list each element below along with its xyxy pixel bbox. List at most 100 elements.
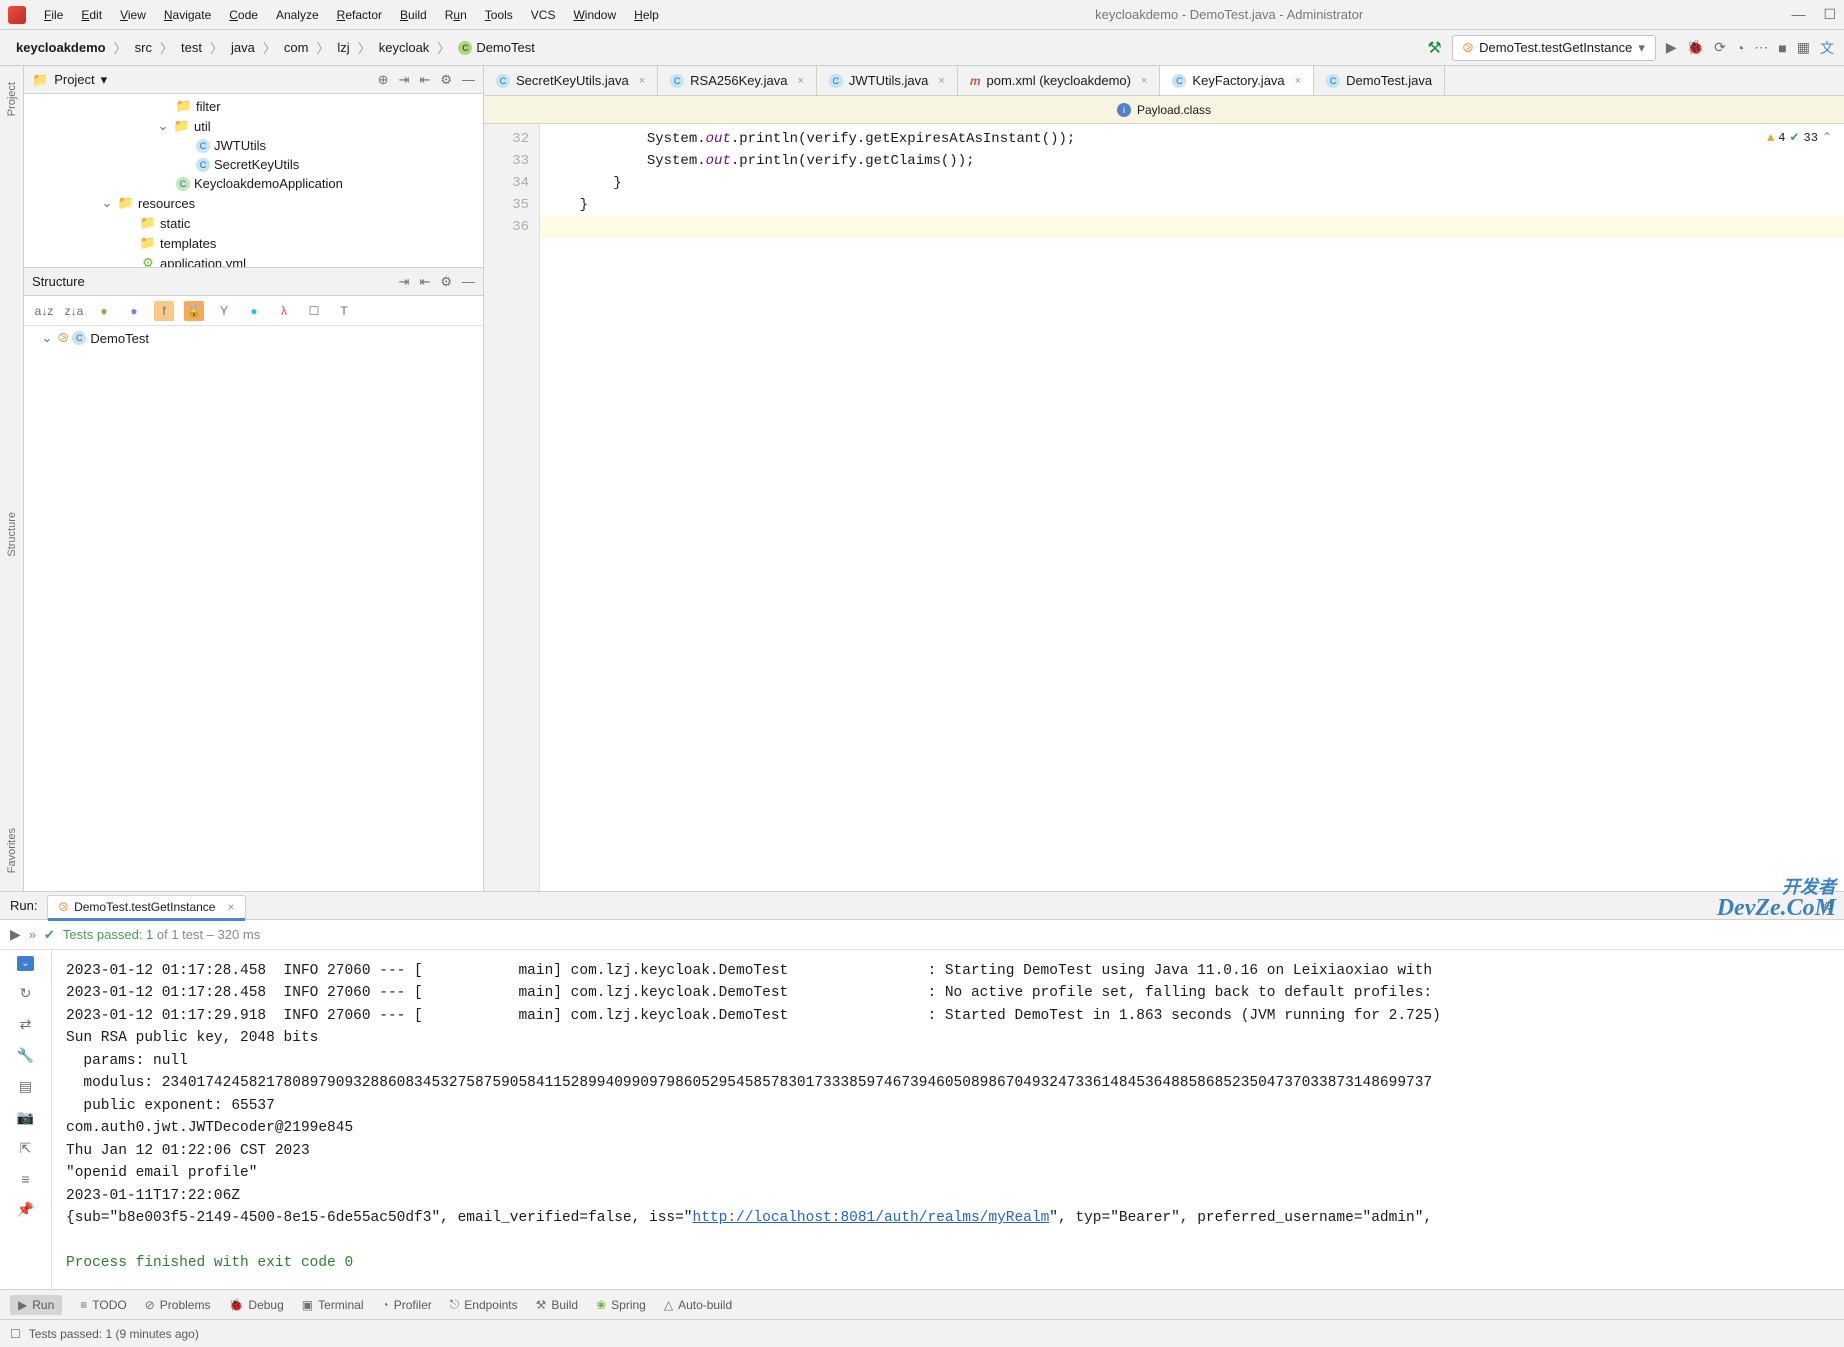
- menu-refactor[interactable]: Refactor: [329, 5, 390, 25]
- menu-analyze[interactable]: Analyze: [268, 5, 327, 25]
- console-output[interactable]: 2023-01-12 01:17:28.458 INFO 27060 --- […: [52, 950, 1844, 1289]
- show-passed-icon[interactable]: »: [29, 927, 36, 942]
- menu-code[interactable]: Code: [221, 5, 266, 25]
- run-config-dropdown[interactable]: ⧁DemoTest.testGetInstance▾: [1452, 35, 1656, 61]
- bottom-tab-debug[interactable]: 🐞Debug: [228, 1298, 283, 1312]
- tree-item-jwtutils[interactable]: CJWTUtils: [24, 136, 483, 155]
- menu-help[interactable]: Help: [626, 5, 667, 25]
- editor-tab[interactable]: CRSA256Key.java×: [658, 66, 817, 95]
- bottom-tab-todo[interactable]: ≡TODO: [80, 1298, 126, 1312]
- tree-item-secretkey[interactable]: CSecretKeyUtils: [24, 155, 483, 174]
- favorites-tool-tab[interactable]: Favorites: [4, 820, 20, 881]
- editor-tab[interactable]: CSecretKeyUtils.java×: [484, 66, 658, 95]
- close-icon[interactable]: ×: [938, 75, 944, 87]
- build-icon[interactable]: ⚒: [1427, 38, 1441, 58]
- tree-item-filter[interactable]: 📁filter: [24, 96, 483, 116]
- filter-o-icon[interactable]: ●: [244, 301, 264, 321]
- breadcrumb-item[interactable]: test: [175, 38, 208, 57]
- menu-file[interactable]: File: [36, 5, 71, 25]
- screenshot-icon[interactable]: 📷: [17, 1109, 34, 1126]
- tree-item-templates[interactable]: 📁templates: [24, 233, 483, 253]
- collapse-icon[interactable]: ⇤: [419, 274, 430, 290]
- menu-vcs[interactable]: VCS: [523, 5, 564, 25]
- tree-item-appyml[interactable]: ⚙application.yml: [24, 253, 483, 267]
- tree-item-util[interactable]: ⌄📁util: [24, 116, 483, 136]
- inspection-indicators[interactable]: ▲4 ✔33 ⌃: [1767, 130, 1832, 145]
- code-line[interactable]: }: [540, 194, 1844, 216]
- settings-icon[interactable]: ⚙: [440, 72, 452, 88]
- export-icon[interactable]: ⇱: [20, 1140, 32, 1157]
- minimize-button[interactable]: —: [1791, 6, 1805, 23]
- filter-l-icon[interactable]: λ: [274, 301, 294, 321]
- breadcrumb-root[interactable]: keycloakdemo: [10, 38, 112, 57]
- search-everywhere-button[interactable]: 文: [1820, 38, 1834, 58]
- console-link[interactable]: http://localhost:8081/auth/realms/myReal…: [693, 1210, 1050, 1226]
- attach-button[interactable]: ⋯: [1754, 39, 1768, 56]
- toggle-icon[interactable]: ⇄: [20, 1016, 32, 1033]
- close-icon[interactable]: ×: [1295, 75, 1301, 87]
- breadcrumb-item[interactable]: java: [225, 38, 261, 57]
- breadcrumb-item[interactable]: src: [129, 38, 158, 57]
- filter-y-icon[interactable]: Y: [214, 301, 234, 321]
- close-icon[interactable]: ×: [639, 75, 645, 87]
- collapse-icon[interactable]: ⇤: [419, 72, 430, 88]
- pin-icon[interactable]: 📌: [17, 1201, 34, 1218]
- editor-tab[interactable]: CJWTUtils.java×: [817, 66, 958, 95]
- profile-button[interactable]: ◔: [1736, 40, 1744, 56]
- layout-button[interactable]: ▦: [1797, 39, 1810, 56]
- locate-icon[interactable]: ⊕: [378, 72, 389, 88]
- history-icon[interactable]: ≡: [21, 1171, 29, 1187]
- filter-p-icon[interactable]: ●: [124, 301, 144, 321]
- close-icon[interactable]: ×: [797, 75, 803, 87]
- editor-tab[interactable]: CDemoTest.java: [1314, 66, 1445, 95]
- sort-az-icon[interactable]: a↓z: [34, 301, 54, 321]
- menu-navigate[interactable]: Navigate: [156, 5, 219, 25]
- coverage-button[interactable]: ⟳: [1714, 39, 1726, 56]
- layout-icon[interactable]: ▤: [19, 1078, 32, 1095]
- test-dropdown[interactable]: ⌄: [17, 956, 33, 971]
- breadcrumb-item[interactable]: keycloak: [373, 38, 436, 57]
- rerun-button[interactable]: ▶: [10, 926, 21, 943]
- wrench-icon[interactable]: 🔧: [17, 1047, 34, 1064]
- filter-lock-icon[interactable]: 🔒: [184, 301, 204, 321]
- bottom-tab-run[interactable]: ▶Run: [10, 1295, 62, 1315]
- menu-build[interactable]: Build: [392, 5, 435, 25]
- bottom-tab-autobuild[interactable]: △Auto-build: [664, 1298, 732, 1312]
- code-line[interactable]: [540, 216, 1844, 238]
- hide-icon[interactable]: —: [462, 72, 475, 88]
- filter-g-icon[interactable]: ☐: [304, 301, 324, 321]
- rerun-failed-icon[interactable]: ↻: [20, 985, 32, 1002]
- bottom-tab-build[interactable]: ⚒Build: [536, 1298, 578, 1312]
- bottom-tab-terminal[interactable]: ▣Terminal: [302, 1298, 364, 1312]
- editor-tab[interactable]: mpom.xml (keycloakdemo)×: [958, 66, 1161, 95]
- bottom-tab-endpoints[interactable]: ⎋Endpoints: [450, 1297, 518, 1312]
- debug-button[interactable]: 🐞: [1687, 39, 1704, 56]
- close-icon[interactable]: ×: [227, 900, 234, 914]
- sort-za-icon[interactable]: z↓a: [64, 301, 84, 321]
- menu-tools[interactable]: Tools: [477, 5, 521, 25]
- filter-t-icon[interactable]: T: [334, 301, 354, 321]
- structure-tool-tab[interactable]: Structure: [4, 504, 20, 565]
- hide-icon[interactable]: —: [462, 274, 475, 290]
- run-button[interactable]: ▶: [1666, 39, 1677, 56]
- tree-item-app[interactable]: CKeycloakdemoApplication: [24, 174, 483, 193]
- tree-item-resources[interactable]: ⌄📁resources: [24, 193, 483, 213]
- menu-view[interactable]: View: [112, 5, 154, 25]
- stop-button[interactable]: ■: [1778, 40, 1786, 56]
- breadcrumb-item[interactable]: lzj: [331, 38, 355, 57]
- settings-icon[interactable]: ⚙: [440, 274, 452, 290]
- run-tab[interactable]: ⧁DemoTest.testGetInstance×: [47, 895, 245, 919]
- breadcrumb-item[interactable]: com: [278, 38, 315, 57]
- code-editor[interactable]: 32 33 34 35 36 System.out.println(verify…: [484, 124, 1844, 891]
- status-icon[interactable]: ☐: [10, 1327, 21, 1341]
- code-line[interactable]: System.out.println(verify.getClaims());: [540, 150, 1844, 172]
- bottom-tab-spring[interactable]: ❀Spring: [596, 1298, 646, 1312]
- breadcrumb-item[interactable]: CDemoTest: [452, 38, 541, 57]
- menu-run[interactable]: Run: [437, 5, 475, 25]
- maximize-button[interactable]: ☐: [1823, 6, 1836, 23]
- code-line[interactable]: }: [540, 172, 1844, 194]
- filter-i-icon[interactable]: ●: [94, 301, 114, 321]
- expand-icon[interactable]: ⇥: [399, 72, 410, 88]
- bottom-tab-problems[interactable]: ⊘Problems: [145, 1298, 211, 1312]
- close-icon[interactable]: ×: [1141, 75, 1147, 87]
